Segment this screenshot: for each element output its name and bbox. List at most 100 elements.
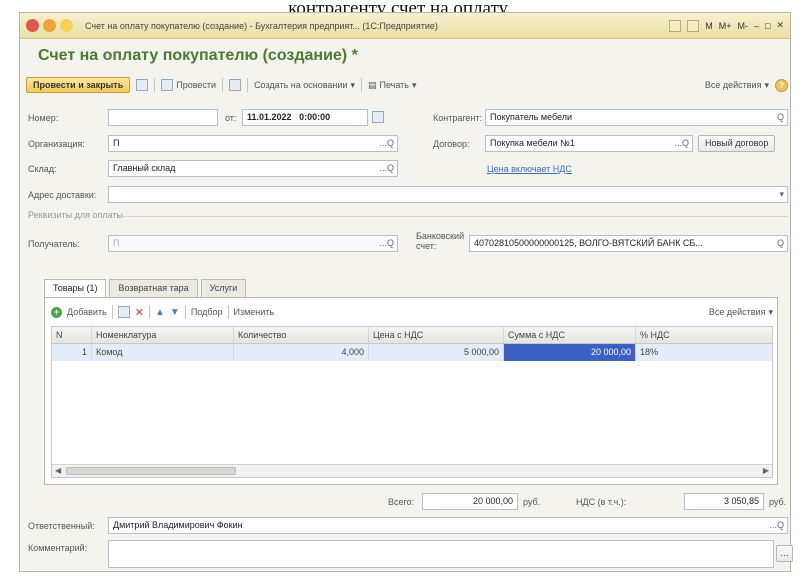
dropdown-arrow-icon: ▾ bbox=[764, 79, 769, 90]
memory-minus-button[interactable]: M- bbox=[738, 21, 749, 31]
date-field[interactable]: 11.01.2022 0:00:00 bbox=[242, 109, 368, 126]
add-icon[interactable]: + bbox=[51, 306, 62, 318]
post-button[interactable]: Провести bbox=[161, 79, 216, 91]
recipient-field[interactable]: П ...Q bbox=[108, 235, 398, 252]
move-up-icon[interactable]: ▲ bbox=[155, 307, 165, 318]
tab-goods[interactable]: Товары (1) bbox=[44, 279, 107, 298]
payment-details-section: Реквизиты для оплаты bbox=[28, 210, 124, 220]
bank-account-field[interactable]: 40702810500000000125, ВОЛГО-ВЯТСКИЙ БАНК… bbox=[469, 235, 788, 252]
minimize-icon[interactable]: – bbox=[754, 21, 759, 31]
calendar-icon[interactable] bbox=[687, 19, 700, 32]
print-label: Печать bbox=[379, 80, 409, 90]
maximize-icon[interactable]: □ bbox=[765, 21, 770, 31]
calendar-icon[interactable] bbox=[372, 111, 384, 123]
comment-edit-button[interactable]: … bbox=[776, 545, 793, 562]
change-button[interactable]: Изменить bbox=[234, 307, 275, 317]
post-and-close-button[interactable]: Провести и закрыть bbox=[26, 77, 131, 93]
search-icon[interactable]: Q bbox=[761, 110, 787, 125]
tab-services[interactable]: Услуги bbox=[200, 279, 247, 297]
all-actions-button[interactable]: Все действия ▾ bbox=[705, 80, 769, 91]
dropdown-arrow-icon[interactable]: ▾ bbox=[761, 187, 787, 202]
column-header-vat-rate[interactable]: % НДС bbox=[636, 327, 772, 343]
dropdown-arrow-icon: ▾ bbox=[411, 79, 417, 90]
recipient-value: П bbox=[113, 238, 120, 248]
number-label: Номер: bbox=[28, 113, 59, 123]
tab-returnable-container[interactable]: Возвратная тара bbox=[109, 279, 198, 297]
printer-icon: ▤ bbox=[367, 79, 377, 90]
column-header-amount[interactable]: Сумма с НДС bbox=[504, 327, 636, 343]
pick-button[interactable]: Подбор bbox=[191, 307, 223, 317]
save-icon[interactable] bbox=[136, 79, 149, 91]
total-label: Всего: bbox=[388, 497, 415, 507]
contract-value: Покупка мебели №1 bbox=[490, 138, 575, 148]
print-button[interactable]: ▤ Печать ▾ bbox=[368, 80, 417, 91]
toolbar-separator bbox=[360, 78, 362, 92]
section-divider bbox=[118, 216, 788, 217]
journal-icon[interactable] bbox=[229, 79, 242, 91]
create-based-on-button[interactable]: Создать на основании ▾ bbox=[254, 80, 355, 91]
delete-icon[interactable]: ✕ bbox=[135, 306, 144, 319]
goods-panel: + Добавить ✕ ▲ ▼ Подбор Изменить Все дей… bbox=[44, 297, 778, 485]
vat-total-label: НДС (в т.ч.): bbox=[576, 497, 627, 507]
vat-rate-cell[interactable]: 18% bbox=[636, 344, 772, 361]
scroll-left-icon[interactable]: ◀ bbox=[55, 466, 61, 475]
date-value: 11.01.2022 bbox=[247, 112, 292, 122]
create-based-label: Создать на основании bbox=[254, 80, 348, 90]
table-all-actions-label: Все действия bbox=[708, 307, 766, 317]
organization-field[interactable]: П ...Q bbox=[108, 135, 398, 152]
table-toolbar: + Добавить ✕ ▲ ▼ Подбор Изменить Все дей… bbox=[51, 304, 773, 320]
address-label: Адрес доставки: bbox=[28, 190, 97, 200]
row-number: 1 bbox=[52, 344, 92, 361]
move-down-icon[interactable]: ▼ bbox=[170, 307, 180, 318]
select-search-icon[interactable]: ...Q bbox=[761, 518, 787, 533]
app-window: Счет на оплату покупателю (создание) - Б… bbox=[19, 12, 793, 572]
amount-cell[interactable]: 20 000,00 bbox=[504, 344, 636, 361]
copy-icon[interactable] bbox=[117, 306, 130, 318]
comment-field[interactable] bbox=[108, 540, 774, 568]
contract-field[interactable]: Покупка мебели №1 ...Q bbox=[485, 135, 693, 152]
select-search-icon[interactable]: ...Q bbox=[666, 136, 692, 151]
item-cell[interactable]: Комод bbox=[92, 344, 234, 361]
organization-value: П bbox=[113, 138, 120, 148]
window-controls: M M+ M- – □ ✕ bbox=[669, 19, 784, 32]
add-button[interactable]: Добавить bbox=[67, 307, 107, 317]
warehouse-field[interactable]: Главный склад ...Q bbox=[108, 160, 398, 177]
delivery-address-field[interactable]: ▾ bbox=[108, 186, 788, 203]
memory-plus-button[interactable]: M+ bbox=[719, 21, 732, 31]
organization-label: Организация: bbox=[28, 139, 85, 149]
search-icon[interactable]: Q bbox=[761, 236, 787, 251]
warehouse-label: Склад: bbox=[28, 164, 57, 174]
horizontal-scrollbar[interactable]: ◀ ▶ bbox=[52, 464, 772, 477]
responsible-field[interactable]: Дмитрий Владимирович Фокин ...Q bbox=[108, 517, 788, 534]
contract-label: Договор: bbox=[433, 139, 470, 149]
select-search-icon[interactable]: ...Q bbox=[371, 236, 397, 251]
calc-icon[interactable] bbox=[669, 19, 682, 32]
column-header-price[interactable]: Цена с НДС bbox=[369, 327, 504, 343]
new-contract-button[interactable]: Новый договор bbox=[698, 135, 776, 152]
quantity-cell[interactable]: 4,000 bbox=[234, 344, 369, 361]
table-row[interactable]: 1 Комод 4,000 5 000,00 20 000,00 18% bbox=[52, 344, 772, 361]
toolbar-separator bbox=[111, 305, 113, 319]
memory-button[interactable]: M bbox=[705, 21, 713, 31]
column-header-quantity[interactable]: Количество bbox=[234, 327, 369, 343]
toolbar-separator bbox=[222, 78, 224, 92]
vat-included-link[interactable]: Цена включает НДС bbox=[487, 164, 572, 174]
forward-icon[interactable] bbox=[43, 19, 56, 32]
help-icon[interactable]: ? bbox=[775, 78, 788, 92]
scroll-right-icon[interactable]: ▶ bbox=[763, 466, 769, 475]
select-search-icon[interactable]: ...Q bbox=[371, 161, 397, 176]
column-header-item[interactable]: Номенклатура bbox=[92, 327, 234, 343]
counterparty-field[interactable]: Покупатель мебели Q bbox=[485, 109, 788, 126]
toolbar-separator bbox=[149, 305, 150, 319]
table-all-actions-button[interactable]: Все действия ▾ bbox=[709, 307, 773, 318]
price-cell[interactable]: 5 000,00 bbox=[369, 344, 504, 361]
number-field[interactable] bbox=[108, 109, 218, 126]
back-icon[interactable] bbox=[26, 19, 39, 32]
document-title: Счет на оплату покупателю (создание) * bbox=[38, 47, 358, 64]
column-header-n[interactable]: N bbox=[52, 327, 92, 343]
select-search-icon[interactable]: ...Q bbox=[371, 136, 397, 151]
total-field: 20 000,00 bbox=[422, 493, 518, 510]
favorite-star-icon[interactable] bbox=[60, 19, 73, 32]
close-icon[interactable]: ✕ bbox=[776, 20, 784, 31]
scroll-thumb[interactable] bbox=[66, 467, 236, 475]
